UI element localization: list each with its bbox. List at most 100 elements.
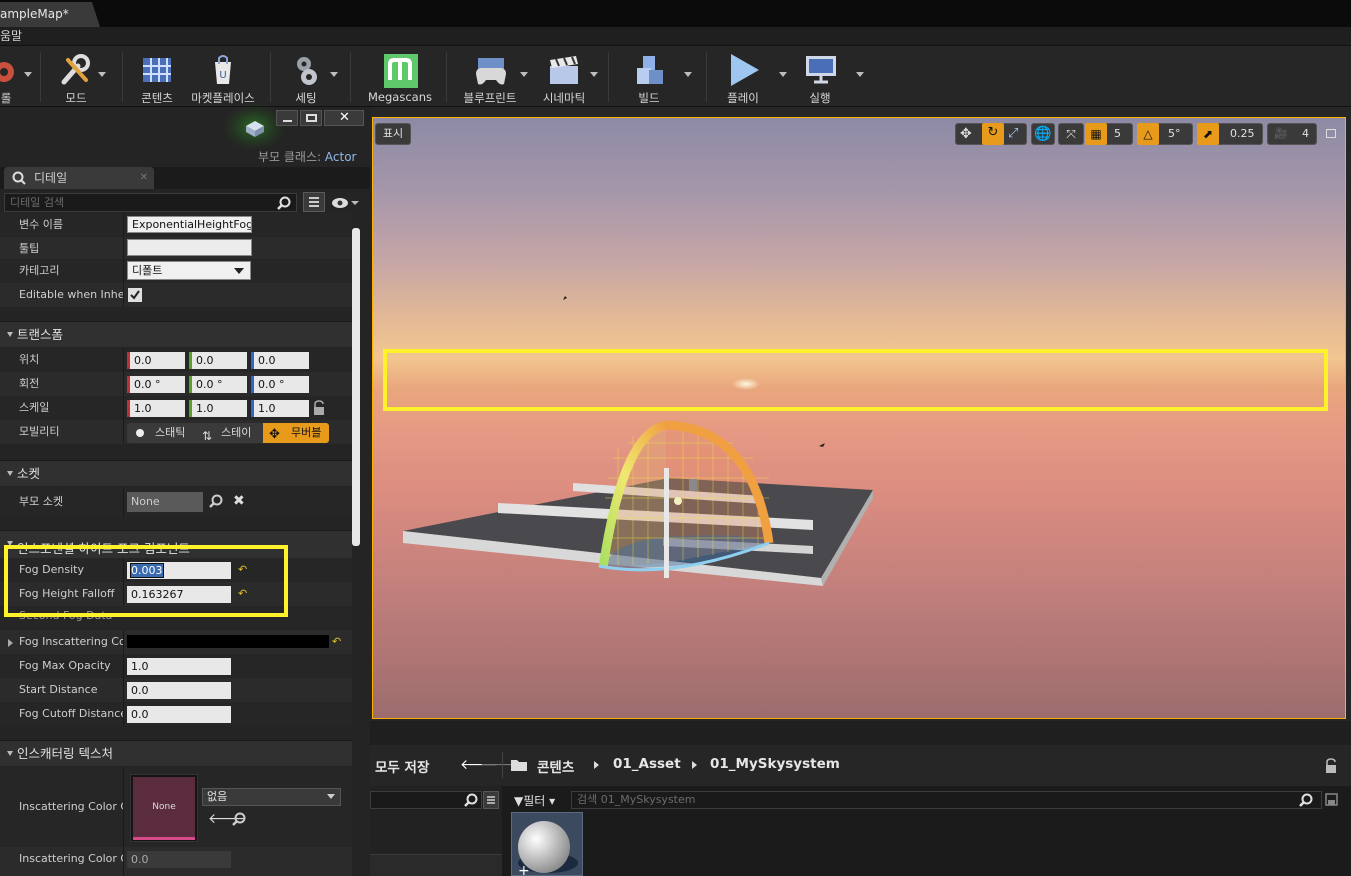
breadcrumb-separator-icon[interactable] [594,761,599,769]
scale-label[interactable]: 스케일 [19,396,124,420]
gamepad-icon [476,58,506,85]
cubemap-thumbnail[interactable]: None [130,774,198,842]
fog-inscattering-color-swatch[interactable] [127,635,329,648]
grid-snap-icon: ▦ [1085,123,1107,145]
parent-class-label: 부모 클래스: [258,150,322,164]
asset-search-input[interactable]: 검색 01_MySkysystem [571,791,1322,809]
cubemap-asset-dropdown[interactable]: 없음 [202,788,341,806]
settings-button[interactable]: 세팅 [284,46,338,106]
details-scrollbar[interactable] [352,228,360,546]
level-viewport[interactable] [372,117,1346,719]
dropdown-arrow[interactable] [24,46,32,106]
build-tool-label: 롤 [0,91,12,105]
maximize-button[interactable] [300,110,322,126]
menu-help[interactable]: 움말 [0,29,22,43]
build-button[interactable]: 빌드 [626,46,692,106]
details-search-input[interactable]: 디테일 검색 [4,193,297,212]
clear-icon[interactable]: ✖ [233,493,245,509]
lock-icon[interactable] [1323,758,1339,774]
scale-x-field[interactable]: 1.0 [127,400,185,417]
save-all-button[interactable]: 모두 저장 [375,756,429,776]
expand-arrow-icon[interactable] [8,639,13,647]
build-label: 빌드 [638,91,660,105]
location-z-field[interactable]: 0.0 [251,352,309,369]
fog-settings-highlight [4,545,288,617]
scale-z-field[interactable]: 1.0 [251,400,309,417]
parent-socket-field[interactable]: None [127,492,203,512]
parent-class-info: 부모 클래스: Actor [258,148,356,165]
cinematic-button[interactable]: 시네마틱 [538,46,598,106]
category-transform[interactable]: 트랜스폼 [0,321,352,347]
blueprint-button[interactable]: 블루프린트 [458,46,528,106]
scale-snap-value: 0.25 [1230,127,1255,140]
surface-snap-icon[interactable]: ⤧ [1058,123,1084,145]
breadcrumb-asset[interactable]: 01_Asset [613,756,681,772]
translate-icon[interactable]: ✥ [960,124,972,144]
minimize-button[interactable] [276,110,298,126]
list-icon [487,796,495,804]
map-tab[interactable]: ampleMap* [0,2,100,27]
grid-snap-group[interactable]: ▦ 5 [1085,123,1133,145]
lock-icon[interactable] [312,400,326,416]
eye-icon[interactable] [330,196,360,210]
reset-icon[interactable]: ↶ [332,635,341,648]
category-title: 인스캐터링 텍스처 [17,746,113,761]
content-button[interactable]: 콘텐츠 [134,46,180,106]
parent-class-value[interactable]: Actor [325,150,357,164]
breadcrumb-skysystem[interactable]: 01_MySkysystem [710,756,840,772]
title-bar [0,0,1351,27]
rotation-x-field[interactable]: 0.0 ° [127,376,185,393]
scale-y-field[interactable]: 1.0 [189,400,247,417]
save-search-icon[interactable] [1325,793,1339,807]
location-label[interactable]: 위치 [19,348,124,372]
svg-text:U: U [219,70,226,81]
launch-button[interactable]: 실행 [796,46,864,106]
close-button[interactable]: ✕ [324,110,364,126]
show-button[interactable]: 표시 [375,123,411,145]
scale-icon[interactable]: ⤢ [1008,124,1018,144]
angle-snap-icon: △ [1137,123,1159,145]
scale-snap-group[interactable]: ⬈ 0.25 [1197,123,1263,145]
mode-button[interactable]: 모드 [50,46,106,106]
world-local-icon[interactable]: 🌐 [1031,123,1055,145]
scale-snap-icon: ⬈ [1197,123,1219,145]
rotation-z-field[interactable]: 0.0 ° [251,376,309,393]
search-icon[interactable] [208,494,224,510]
play-button[interactable]: 플레이 [716,46,787,106]
category-dropdown[interactable]: 디폴트 [127,261,251,280]
rotation-label[interactable]: 회전 [19,372,124,396]
clapperboard-icon [550,56,578,84]
category-inscattering-texture[interactable]: 인스캐터링 텍스처 [0,740,352,766]
rotation-y-field[interactable]: 0.0 ° [189,376,247,393]
location-y-field[interactable]: 0.0 [189,352,247,369]
marketplace-button[interactable]: U 마켓플레이스 [186,46,260,106]
mobility-movable-button[interactable]: ✥ 무버블 [263,423,329,443]
megascans-button[interactable]: Megascans [364,46,436,106]
filter-button[interactable]: ▼필터 ▾ [514,792,555,809]
breadcrumb-separator-icon[interactable] [692,761,697,769]
category-socket[interactable]: 소켓 [0,460,352,486]
mobility-stationary-button[interactable]: ⇅ 스테이 [195,423,261,443]
variable-name-field[interactable]: ExponentialHeightFog [127,216,252,233]
fog-max-opacity-field[interactable]: 1.0 [127,658,231,675]
build-tool-button[interactable]: 롤 [0,46,26,106]
view-options-button[interactable] [303,192,325,212]
mobility-static-button[interactable]: 스태틱 [127,423,193,443]
folder-view-options-button[interactable] [483,791,499,809]
tab-details[interactable]: 디테일 ✕ [4,167,154,189]
breadcrumb-content[interactable]: 콘텐츠 [537,756,574,776]
rotate-icon[interactable]: ↻ [982,123,1004,145]
camera-speed-group[interactable]: 🎥 4 [1267,123,1317,145]
fog-cutoff-distance-field[interactable]: 0.0 [127,706,231,723]
property-label: 변수 이름 [19,218,63,231]
maximize-viewport-icon[interactable] [1326,129,1336,138]
location-x-field[interactable]: 0.0 [127,352,185,369]
tab-close-icon[interactable]: ✕ [140,167,148,189]
search-icon[interactable] [231,812,247,828]
tooltip-field[interactable] [127,239,252,256]
asset-thumbnail-sphere[interactable]: + [511,812,583,876]
rotation-snap-group[interactable]: △ 5° [1137,123,1193,145]
inscattering-angle-field[interactable]: 0.0 [127,851,231,868]
start-distance-field[interactable]: 0.0 [127,682,231,699]
editable-inherit-checkbox[interactable] [128,288,142,302]
